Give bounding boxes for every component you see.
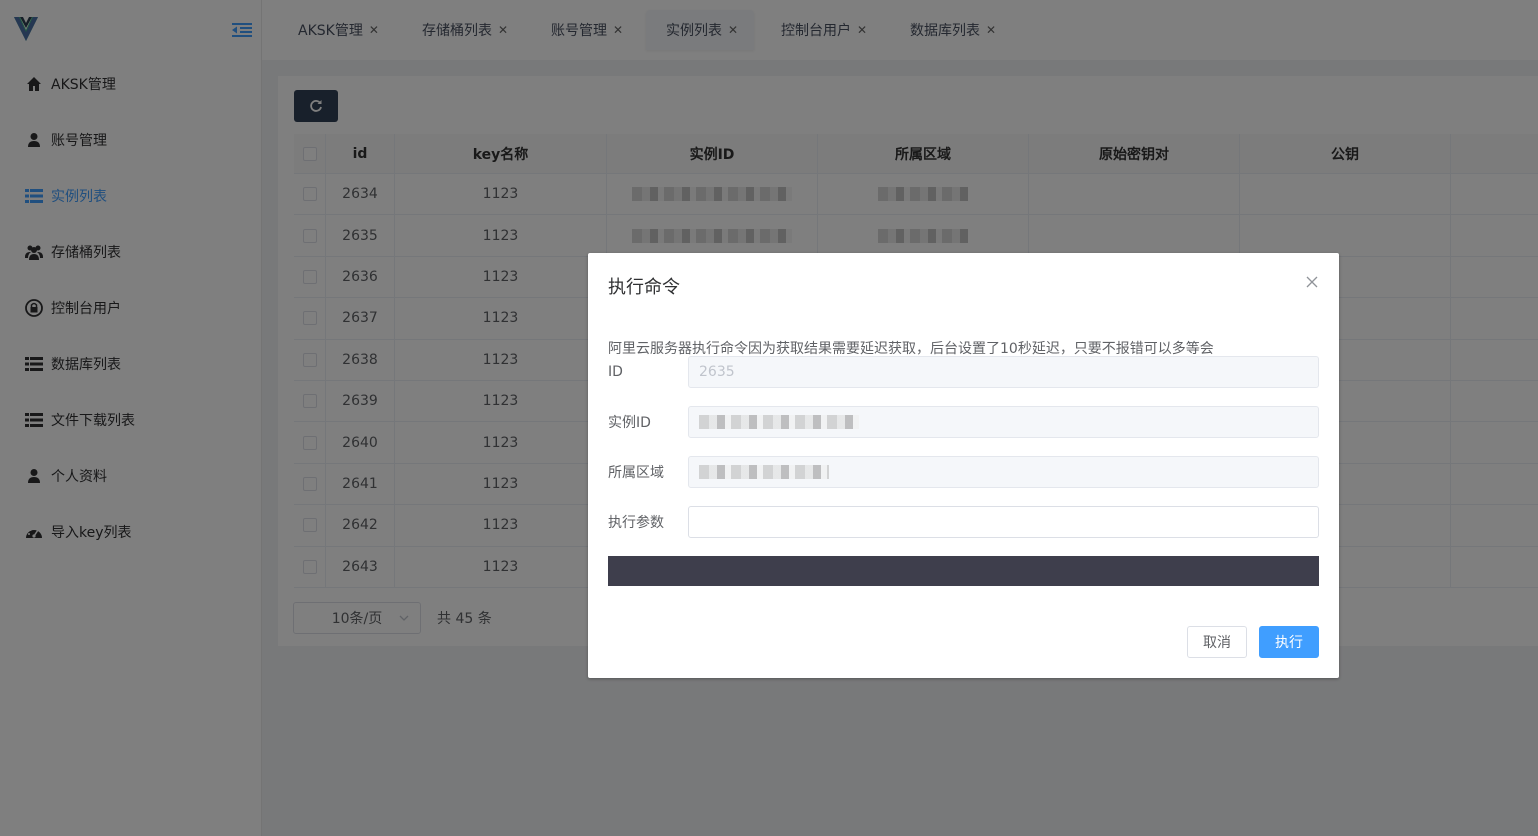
execute-command-dialog: 执行命令 阿里云服务器执行命令因为获取结果需要延迟获取，后台设置了10秒延迟，只… (588, 253, 1339, 678)
param-label: 执行参数 (608, 515, 664, 531)
form-row-id: ID 2635 (608, 356, 1319, 388)
redacted-value (699, 465, 829, 479)
dialog-title: 执行命令 (608, 277, 680, 298)
region-label: 所属区域 (608, 465, 664, 481)
cancel-button[interactable]: 取消 (1187, 626, 1247, 658)
form-row-instance: 实例ID (608, 406, 1319, 438)
param-input[interactable] (688, 506, 1319, 538)
form-row-param: 执行参数 (608, 506, 1319, 538)
id-label: ID (608, 364, 623, 380)
instance-id-input (688, 406, 1319, 438)
redacted-value (699, 415, 859, 429)
id-input: 2635 (688, 356, 1319, 388)
close-icon[interactable] (1305, 275, 1319, 289)
instance-id-label: 实例ID (608, 415, 651, 431)
form-row-region: 所属区域 (608, 456, 1319, 488)
execute-button[interactable]: 执行 (1259, 626, 1319, 658)
dialog-note: 阿里云服务器执行命令因为获取结果需要延迟获取，后台设置了10秒延迟，只要不报错可… (608, 341, 1214, 357)
command-output (608, 556, 1319, 586)
region-input (688, 456, 1319, 488)
